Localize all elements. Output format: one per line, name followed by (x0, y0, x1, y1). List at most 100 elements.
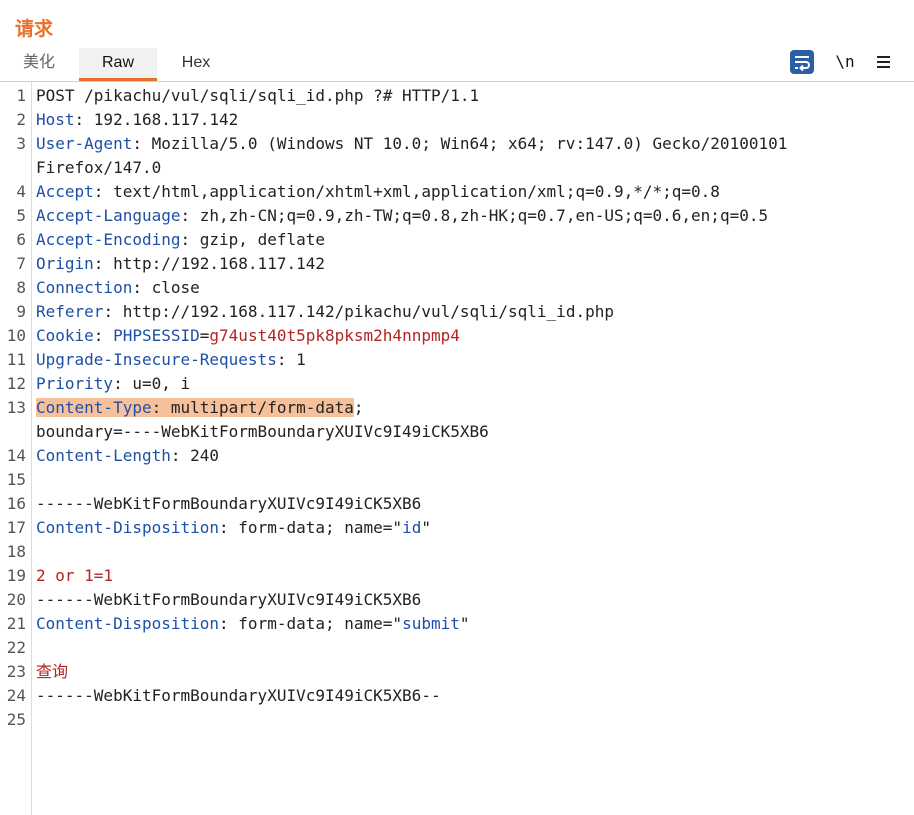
line-number: 24 (6, 686, 26, 705)
code-line[interactable]: 2 Host: 192.168.117.142 (0, 108, 914, 132)
line-content: ------WebKitFormBoundaryXUIVc9I49iCK5XB6 (36, 492, 421, 516)
line-number: 16 (6, 494, 26, 513)
code-line[interactable]: 10 Cookie: PHPSESSID=g74ust40t5pk8pksm2h4… (0, 324, 914, 348)
header-separator: : (132, 278, 152, 297)
header-name: Content-Length (36, 446, 171, 465)
tab-divider (0, 81, 914, 82)
header-separator: : (74, 110, 94, 129)
line-content: Accept-Language: zh,zh-CN;q=0.9,zh-TW;q=… (36, 204, 768, 228)
trailing-text: " (459, 614, 470, 633)
line-number: 2 (16, 110, 26, 129)
line-number: 18 (6, 542, 26, 561)
header-name: Accept-Encoding (36, 230, 181, 249)
code-line[interactable]: 18 (0, 540, 914, 564)
line-content: Cookie: PHPSESSID=g74ust40t5pk8pksm2h4nn… (36, 324, 460, 348)
header-value: zh,zh-CN;q=0.9,zh-TW;q=0.8,zh-HK;q=0.7,e… (199, 206, 769, 225)
param-value: 2 or 1=1 (36, 566, 114, 585)
header-name: Accept-Language (36, 206, 181, 225)
header-value: gzip, deflate (199, 230, 325, 249)
line-number: 11 (6, 350, 26, 369)
code-line[interactable]: 14 Content-Length: 240 (0, 444, 914, 468)
tab-pretty[interactable]: 美化 (10, 48, 68, 81)
tab-raw[interactable]: Raw (79, 48, 157, 81)
code-line[interactable]: 22 (0, 636, 914, 660)
header-separator: : (103, 302, 123, 321)
param-name: submit (402, 614, 460, 633)
wrap-lines-button[interactable] (790, 50, 814, 74)
code-line[interactable]: 20 ------WebKitFormBoundaryXUIVc9I49iCK5X… (0, 588, 914, 612)
header-separator: : (132, 134, 152, 153)
header-value: Mozilla/5.0 (Windows NT 10.0; Win64; x64… (151, 134, 788, 153)
line-number: 25 (6, 710, 26, 729)
code-line[interactable]: 16 ------WebKitFormBoundaryXUIVc9I49iCK5X… (0, 492, 914, 516)
header-separator: : (180, 206, 200, 225)
header-name: Host (36, 110, 75, 129)
code-line[interactable]: 9 Referer: http://192.168.117.142/pikachu… (0, 300, 914, 324)
code-line[interactable]: 15 (0, 468, 914, 492)
header-separator: : (276, 350, 297, 369)
line-number: 20 (6, 590, 26, 609)
line-number: 10 (6, 326, 26, 345)
code-line[interactable]: 21 Content-Disposition: form-data; name="… (0, 612, 914, 636)
header-name: User-Agent (36, 134, 133, 153)
line-number: 22 (6, 638, 26, 657)
request-editor[interactable]: 1 POST /pikachu/vul/sqli/sqli_id.php ?# H… (0, 84, 914, 732)
line-content: Content-Disposition: form-data; name="su… (36, 612, 470, 636)
code-line[interactable]: 17 Content-Disposition: form-data; name="… (0, 516, 914, 540)
code-line[interactable]: 8 Connection: close (0, 276, 914, 300)
header-separator: : (170, 446, 191, 465)
raw-text: POST /pikachu/vul/sqli/sqli_id.php ?# HT… (36, 86, 480, 105)
trailing-text: " (421, 518, 431, 537)
line-content: Priority: u=0, i (36, 372, 190, 396)
code-line[interactable]: 5 Accept-Language: zh,zh-CN;q=0.9,zh-TW;q… (0, 204, 914, 228)
line-number: 6 (16, 230, 26, 249)
code-line[interactable]: 7 Origin: http://192.168.117.142 (0, 252, 914, 276)
code-line[interactable]: 11 Upgrade-Insecure-Requests: 1 (0, 348, 914, 372)
line-number: 19 (6, 566, 26, 585)
code-line[interactable]: 1 POST /pikachu/vul/sqli/sqli_id.php ?# H… (0, 84, 914, 108)
header-separator: : (151, 398, 171, 417)
search-highlight: Content-Type: multipart/form-data (36, 398, 354, 417)
header-name: Content-Disposition (36, 518, 220, 537)
line-number: 9 (16, 302, 26, 321)
code-line[interactable]: 24 ------WebKitFormBoundaryXUIVc9I49iCK5X… (0, 684, 914, 708)
header-name: Connection (36, 278, 133, 297)
tab-hex[interactable]: Hex (157, 48, 235, 81)
code-line[interactable]: 4 Accept: text/html,application/xhtml+xml… (0, 180, 914, 204)
header-separator: : (219, 518, 239, 537)
code-line[interactable]: 19 2 or 1=1 (0, 564, 914, 588)
code-line[interactable]: 3 User-Agent: Mozilla/5.0 (Windows NT 10.… (0, 132, 914, 156)
line-number: 5 (16, 206, 26, 225)
code-line[interactable]: boundary=----WebKitFormBoundaryXUIVc9I49… (0, 420, 914, 444)
menu-button[interactable] (872, 50, 896, 74)
line-content: Content-Disposition: form-data; name="id… (36, 516, 431, 540)
line-number: 17 (6, 518, 26, 537)
header-separator: : (93, 182, 114, 201)
code-line[interactable]: 6 Accept-Encoding: gzip, deflate (0, 228, 914, 252)
line-content: boundary=----WebKitFormBoundaryXUIVc9I49… (36, 420, 489, 444)
header-value: close (151, 278, 200, 297)
line-content: Content-Length: 240 (36, 444, 219, 468)
line-content: 查询 (36, 660, 68, 684)
wrap-lines-icon (795, 56, 810, 72)
param-value: g74ust40t5pk8pksm2h4nnpmp4 (209, 326, 460, 345)
code-line[interactable]: 23 查询 (0, 660, 914, 684)
code-line[interactable]: 12 Priority: u=0, i (0, 372, 914, 396)
line-number: 7 (16, 254, 26, 273)
header-name: Cookie (36, 326, 94, 345)
param-name: id (402, 518, 422, 537)
line-number: 1 (16, 86, 26, 105)
line-number: 21 (6, 614, 26, 633)
code-line[interactable]: Firefox/147.0 (0, 156, 914, 180)
cookie-name: PHPSESSID (113, 326, 200, 345)
header-separator: : (219, 614, 239, 633)
header-name: Upgrade-Insecure-Requests (36, 350, 277, 369)
line-content: Upgrade-Insecure-Requests: 1 (36, 348, 306, 372)
hamburger-menu-icon (877, 56, 890, 68)
line-number: 12 (6, 374, 26, 393)
code-line[interactable]: 25 (0, 708, 914, 732)
code-line[interactable]: 13 Content-Type: multipart/form-data; (0, 396, 914, 420)
header-value: http://192.168.117.142/pikachu/vul/sqli/… (122, 302, 614, 321)
show-newlines-button[interactable]: \n (833, 50, 857, 74)
line-number: 14 (6, 446, 26, 465)
